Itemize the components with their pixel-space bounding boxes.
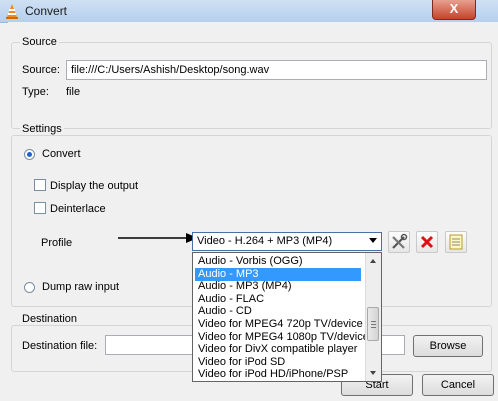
convert-radio[interactable] <box>24 149 35 160</box>
delete-profile-button[interactable] <box>416 231 438 253</box>
settings-group-title: Settings <box>20 123 64 135</box>
source-field[interactable]: file:///C:/Users/Ashish/Desktop/song.wav <box>66 60 487 80</box>
destination-group-title: Destination <box>20 313 80 325</box>
deinterlace-label[interactable]: Deinterlace <box>50 203 106 215</box>
source-value: file:///C:/Users/Ashish/Desktop/song.wav <box>71 64 270 76</box>
title-bar: Convert X <box>0 0 498 23</box>
close-icon: X <box>449 1 459 16</box>
profile-option[interactable]: Video for MPEG4 1080p TV/device <box>195 331 369 344</box>
edit-profile-button[interactable] <box>388 231 410 253</box>
type-label: Type: <box>22 86 49 98</box>
profile-option[interactable]: Video for DivX compatible player <box>195 343 361 356</box>
profile-select[interactable]: Video - H.264 + MP3 (MP4) <box>192 232 382 251</box>
grip-line <box>371 324 376 325</box>
profile-dropdown-list[interactable]: Audio - Vorbis (OGG) Audio - MP3 Audio - M… <box>192 252 382 382</box>
profile-selected-value: Video - H.264 + MP3 (MP4) <box>197 235 333 247</box>
new-profile-icon <box>449 234 463 250</box>
radio-selected-dot <box>27 152 32 157</box>
grip-line <box>371 327 376 328</box>
grip-line <box>371 321 376 322</box>
type-value: file <box>66 86 81 98</box>
profile-option[interactable]: Audio - CD <box>195 305 361 318</box>
arrow-annotation-icon <box>118 233 198 243</box>
edit-profile-icon <box>392 233 408 249</box>
dump-raw-radio[interactable] <box>24 282 35 293</box>
display-output-checkbox[interactable] <box>34 179 46 191</box>
new-profile-button[interactable] <box>445 231 467 253</box>
display-output-label[interactable]: Display the output <box>50 180 138 192</box>
vlc-cone-icon <box>6 4 18 19</box>
deinterlace-checkbox[interactable] <box>34 202 46 214</box>
dump-raw-label[interactable]: Dump raw input <box>42 281 119 293</box>
profile-option[interactable]: Video for iPod SD <box>195 356 361 369</box>
source-label: Source: <box>22 64 60 76</box>
profile-option[interactable]: Audio - Vorbis (OGG) <box>195 255 361 268</box>
destination-file-label: Destination file: <box>22 340 98 352</box>
scroll-thumb[interactable] <box>367 307 379 341</box>
profile-label: Profile <box>41 237 73 249</box>
convert-radio-label[interactable]: Convert <box>42 148 81 160</box>
profile-option[interactable]: Audio - MP3 (MP4) <box>195 280 361 293</box>
profile-option[interactable]: Audio - FLAC <box>195 293 361 306</box>
chevron-down-icon <box>369 238 377 243</box>
window-title: Convert <box>25 4 68 18</box>
close-window-button[interactable]: X <box>432 0 476 20</box>
scroll-down-icon[interactable] <box>370 371 376 375</box>
delete-profile-icon <box>420 235 434 249</box>
dropdown-scrollbar[interactable] <box>365 253 381 381</box>
profile-option[interactable]: Audio - MP3 <box>195 267 361 281</box>
source-group-title: Source <box>20 36 59 48</box>
cancel-button[interactable]: Cancel <box>422 374 494 396</box>
source-group <box>11 42 492 129</box>
scroll-up-icon[interactable] <box>370 259 376 263</box>
browse-button[interactable]: Browse <box>413 335 483 357</box>
profile-option[interactable]: Video for MPEG4 720p TV/device <box>195 318 363 331</box>
profile-option[interactable]: Video for iPod HD/iPhone/PSP <box>195 368 361 381</box>
